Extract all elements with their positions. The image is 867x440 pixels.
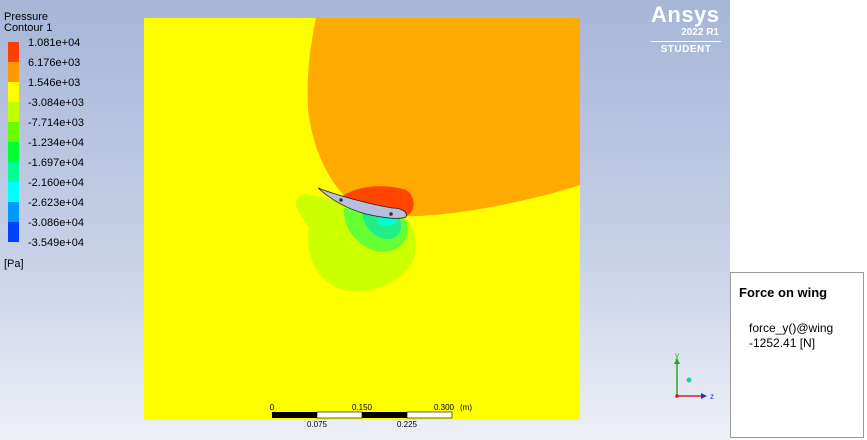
brand-divider <box>651 41 721 42</box>
pressure-legend: Pressure Contour 1 1.081e+04 6.176e+03 1.5… <box>4 12 124 271</box>
brand-name: Ansys <box>651 2 720 27</box>
scale-seg-4 <box>406 411 453 419</box>
legend-level-label: -3.084e+03 <box>28 97 84 109</box>
wing-marker-rear <box>389 212 393 216</box>
legend-color-band <box>8 162 19 182</box>
scale-seg-3 <box>362 412 407 418</box>
legend-level-label: -3.086e+04 <box>28 217 84 229</box>
y-axis-label: y <box>675 352 679 360</box>
z-axis-arrow-icon <box>701 393 707 399</box>
brand-version: 2022 R1 <box>681 27 719 38</box>
legend-color-band <box>8 42 19 62</box>
scale-label-0225: 0.225 <box>397 420 418 429</box>
scale-unit: (m) <box>460 403 472 412</box>
legend-color-band <box>8 122 19 142</box>
length-scale-bar: 0 0.150 0.300 (m) 0.075 0.225 <box>270 403 473 429</box>
legend-color-band <box>8 102 19 122</box>
scale-seg-1 <box>272 412 317 418</box>
scale-label-0150: 0.150 <box>352 403 373 412</box>
panel-title: Force on wing <box>739 285 828 300</box>
force-value: -1252.41 [N] <box>749 336 816 350</box>
axis-triad[interactable]: y z <box>663 352 723 404</box>
legend-level-label: -1.697e+04 <box>28 157 84 169</box>
contour-plot-domain[interactable] <box>144 18 580 420</box>
scale-seg-2 <box>316 411 363 419</box>
scale-label-0075: 0.075 <box>307 420 328 429</box>
force-expression: force_y()@wing <box>749 321 834 335</box>
legend-color-band <box>8 142 19 162</box>
brand-edition: STUDENT <box>660 44 712 55</box>
legend-subtitle: Contour 1 <box>4 22 53 34</box>
legend-units: [Pa] <box>4 258 24 270</box>
legend-level-label: -3.549e+04 <box>28 237 84 249</box>
force-on-wing-panel: Force on wing force_y()@wing -1252.41 [N… <box>730 272 864 438</box>
legend-level-label: 1.081e+04 <box>28 37 80 49</box>
legend-level-label: 6.176e+03 <box>28 57 80 69</box>
high-pressure-region <box>307 18 580 217</box>
legend-color-band <box>8 182 19 202</box>
z-axis-label: z <box>710 392 714 401</box>
legend-color-band <box>8 82 19 102</box>
legend-level-label: -1.234e+04 <box>28 137 84 149</box>
legend-color-band <box>8 62 19 82</box>
legend-color-band <box>8 202 19 222</box>
x-axis-dot-icon <box>686 377 692 383</box>
scale-label-0300: 0.300 <box>434 403 455 412</box>
graphics-viewport[interactable]: Pressure Contour 1 1.081e+04 6.176e+03 1.5… <box>0 0 730 440</box>
scale-label-0: 0 <box>270 403 275 412</box>
legend-color-scale: 1.081e+04 6.176e+03 1.546e+03 -3.084e+03 -7.… <box>8 37 84 249</box>
legend-level-label: -2.160e+04 <box>28 177 84 189</box>
ansys-logo: Ansys 2022 R1 STUDENT <box>645 2 727 55</box>
origin-icon <box>675 394 679 398</box>
wing-marker-front <box>339 198 343 202</box>
legend-color-band <box>8 222 19 242</box>
legend-level-label: -2.623e+04 <box>28 197 84 209</box>
legend-level-label: -7.714e+03 <box>28 117 84 129</box>
legend-level-label: 1.546e+03 <box>28 77 80 89</box>
